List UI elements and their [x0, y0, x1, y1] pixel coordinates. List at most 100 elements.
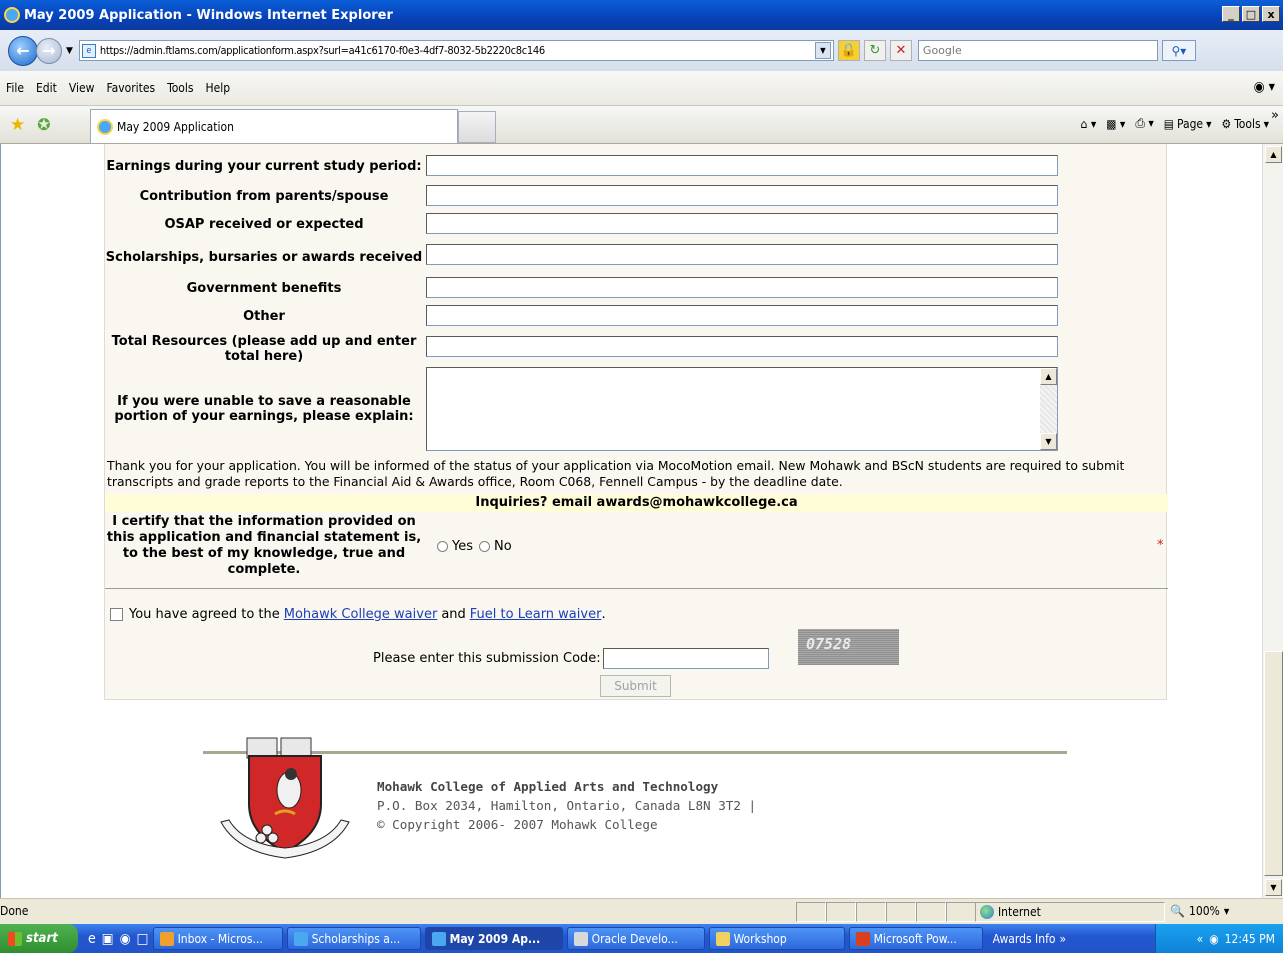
submission-code-input[interactable] — [602, 648, 769, 669]
page-menu[interactable]: ▤ Page ▾ — [1164, 117, 1212, 131]
start-button[interactable]: start — [0, 924, 78, 953]
menu-edit[interactable]: Edit — [30, 81, 63, 95]
refresh-icon[interactable]: ↻ — [863, 40, 886, 61]
ie-icon[interactable]: e — [88, 931, 96, 947]
agree-suffix: . — [601, 607, 606, 622]
menu-help[interactable]: Help — [200, 81, 237, 95]
scroll-down-icon[interactable]: ▼ — [1040, 433, 1057, 450]
tools-menu[interactable]: ⚙ Tools ▾ — [1222, 117, 1270, 131]
fuel-to-learn-waiver-link[interactable]: Fuel to Learn waiver — [470, 607, 602, 622]
mohawk-waiver-link[interactable]: Mohawk College waiver — [284, 607, 438, 622]
outlook-icon[interactable]: ◉ — [120, 931, 131, 947]
scroll-up-icon[interactable]: ▲ — [1265, 146, 1282, 163]
new-tab-button[interactable] — [458, 111, 496, 143]
task-oracle-developer[interactable]: Oracle Develo... — [566, 927, 705, 950]
task-workshop[interactable]: Workshop — [708, 927, 845, 950]
taskbar: start e ▣ ◉ □ Inbox - Micros... Scholars… — [0, 924, 1283, 953]
address-dropdown-icon[interactable]: ▼ — [814, 42, 831, 59]
messenger-icon[interactable]: ◉ ▾ — [1254, 79, 1275, 95]
no-label: No — [494, 539, 512, 554]
government-benefits-input[interactable] — [426, 277, 1058, 298]
explain-label: If you were unable to save a reasonable … — [114, 394, 414, 424]
submit-button[interactable]: Submit — [600, 675, 671, 697]
total-resources-input[interactable] — [426, 336, 1058, 357]
osap-label: OSAP received or expected — [164, 216, 364, 232]
waiver-checkbox[interactable] — [110, 608, 123, 621]
feeds-icon[interactable]: ▩ ▾ — [1106, 117, 1125, 131]
status-panes — [796, 902, 976, 922]
no-radio[interactable] — [479, 541, 490, 552]
task-inbox[interactable]: Inbox - Micros... — [152, 927, 283, 950]
menu-bar: File Edit View Favorites Tools Help ◉ ▾ — [0, 71, 1283, 106]
stop-icon[interactable]: ✕ — [889, 40, 912, 61]
outlook-tray-icon[interactable]: ◉ — [1209, 932, 1218, 946]
page-scrollbar[interactable]: ▲ ▼ — [1262, 144, 1283, 898]
tab-page-icon — [97, 118, 113, 135]
maximize-button[interactable]: □ — [1242, 6, 1260, 22]
search-input[interactable]: Google — [917, 40, 1158, 61]
url-text: https://admin.ftlams.com/applicationform… — [99, 44, 545, 57]
osap-input[interactable] — [426, 213, 1058, 234]
other-input[interactable] — [426, 305, 1058, 326]
zoom-icon: 🔍 — [1170, 904, 1185, 918]
close-button[interactable]: x — [1262, 6, 1280, 22]
lock-icon[interactable]: 🔒 — [837, 40, 860, 61]
certify-radio-group: Yes No — [435, 539, 512, 554]
clock[interactable]: 12:45 PM — [1225, 932, 1275, 946]
back-button[interactable]: ← — [8, 35, 38, 66]
menu-view[interactable]: View — [63, 81, 101, 95]
history-dropdown-icon[interactable]: ▼ — [66, 46, 73, 56]
folder-icon[interactable]: □ — [137, 931, 149, 947]
yes-label: Yes — [452, 539, 473, 554]
scroll-thumb[interactable] — [1264, 651, 1283, 876]
task-label: Oracle Develo... — [591, 931, 678, 946]
minimize-button[interactable]: _ — [1222, 6, 1240, 22]
thank-you-text: Thank you for your application. You will… — [107, 458, 1125, 489]
menu-file[interactable]: File — [0, 81, 30, 95]
task-may-2009-application[interactable]: May 2009 Ap... — [424, 927, 563, 950]
mohawk-crest-logo — [220, 737, 350, 859]
scroll-up-icon[interactable]: ▲ — [1040, 368, 1057, 385]
earnings-label: Earnings during your current study perio… — [106, 158, 422, 174]
tools-menu-label: Tools — [1234, 116, 1261, 131]
menu-tools[interactable]: Tools — [161, 81, 199, 95]
chevron-more-icon: » — [1059, 931, 1067, 946]
security-zone[interactable]: Internet — [975, 902, 1165, 922]
other-label: Other — [243, 308, 285, 324]
tab-title: May 2009 Application — [117, 119, 234, 134]
task-powerpoint[interactable]: Microsoft Pow... — [848, 927, 983, 950]
outlook-task-icon — [159, 931, 174, 946]
system-tray: « ◉ 12:45 PM — [1155, 924, 1283, 953]
tray-expand-icon[interactable]: « — [1197, 932, 1204, 946]
address-field[interactable]: e https://admin.ftlams.com/applicationfo… — [78, 40, 834, 61]
scroll-down-icon[interactable]: ▼ — [1265, 879, 1282, 896]
chevron-more-icon[interactable]: » — [1271, 108, 1279, 123]
favorites-center-icon[interactable]: ★ — [10, 115, 25, 135]
window-titlebar[interactable]: May 2009 Application - Windows Internet … — [0, 0, 1283, 30]
print-icon[interactable]: ⎙ ▾ — [1135, 116, 1153, 131]
yes-radio[interactable] — [437, 541, 448, 552]
search-icon[interactable]: ⚲▾ — [1161, 40, 1196, 61]
tab-may-2009-application[interactable]: May 2009 Application — [90, 109, 458, 143]
earnings-input[interactable] — [426, 155, 1058, 176]
menu-favorites[interactable]: Favorites — [100, 81, 161, 95]
desktop-icon[interactable]: ▣ — [102, 931, 114, 947]
contribution-input[interactable] — [426, 185, 1058, 206]
forward-button[interactable]: → — [36, 37, 62, 64]
task-awards-info[interactable]: Awards Info » — [987, 927, 1073, 950]
zoom-control[interactable]: 🔍 100% ▾ — [1170, 904, 1229, 918]
explain-textarea[interactable]: ▲ ▼ — [426, 367, 1058, 451]
application-form: Earnings during your current study perio… — [104, 144, 1168, 700]
add-favorite-icon[interactable]: ✪ — [37, 115, 50, 134]
waiver-agreement: You have agreed to the Mohawk College wa… — [110, 607, 606, 622]
home-icon[interactable]: ⌂ ▾ — [1081, 117, 1097, 131]
captcha-image: 07528 — [798, 629, 899, 665]
ie-logo-icon — [4, 7, 20, 23]
footer-text: Mohawk College of Applied Arts and Techn… — [377, 777, 756, 834]
scholarships-input[interactable] — [426, 244, 1058, 265]
folder-task-icon — [715, 931, 730, 946]
page-icon-small: ▤ — [1163, 116, 1174, 131]
textarea-scrollbar[interactable]: ▲ ▼ — [1040, 368, 1057, 450]
task-scholarships[interactable]: Scholarships a... — [286, 927, 421, 950]
scholarships-label: Scholarships, bursaries or awards receiv… — [105, 249, 423, 265]
